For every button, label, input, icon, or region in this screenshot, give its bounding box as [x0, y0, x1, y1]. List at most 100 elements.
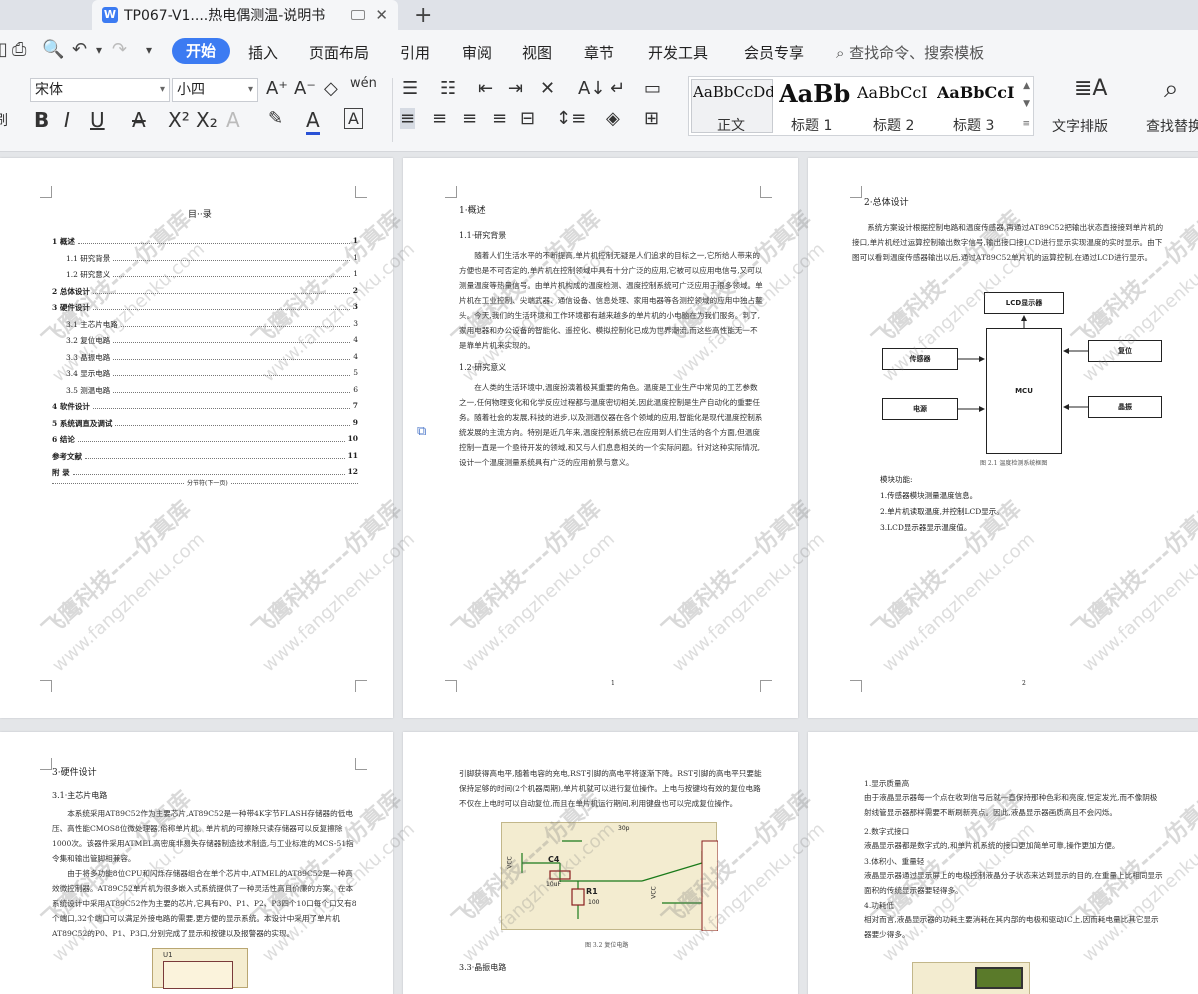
find-replace-button[interactable]: 查找替换 [1146, 116, 1198, 136]
style-heading1-label[interactable]: 标题 1 [791, 115, 832, 135]
menu-review[interactable]: 审阅 [462, 42, 492, 63]
menu-view[interactable]: 视图 [522, 42, 552, 63]
align-left-icon[interactable]: ≡ [400, 108, 416, 129]
clear-format-icon[interactable]: ◇ [324, 78, 338, 99]
toc-entry[interactable]: 1.2 研究意义 1 [66, 269, 358, 280]
menu-home[interactable]: 开始 [172, 38, 230, 64]
bullet-list-icon[interactable]: ☰ [402, 78, 418, 99]
menu-references[interactable]: 引用 [400, 42, 430, 63]
highlight-icon[interactable]: ✎ [268, 108, 283, 129]
toc-entry[interactable]: 2 总体设计 2 [52, 286, 358, 297]
toc-entry[interactable]: 3.5 测温电路 6 [66, 385, 358, 396]
format-painter-label[interactable]: 刷 [0, 110, 8, 130]
toc-entry[interactable]: 3.2 复位电路 4 [66, 335, 358, 346]
chinese-layout-icon[interactable]: ✕ [540, 78, 555, 99]
sort-icon[interactable]: A↓ [578, 78, 605, 99]
font-name-select[interactable]: 宋体 ▾ [30, 78, 170, 102]
quick-access-more-icon[interactable]: ▾ [146, 43, 152, 57]
style-heading3-sample[interactable]: AaBbCcI [937, 83, 1017, 102]
show-marks-icon[interactable]: ↵ [610, 78, 625, 99]
menu-developer[interactable]: 开发工具 [648, 42, 708, 63]
shading-icon[interactable]: ◈ [606, 108, 620, 129]
decrease-indent-icon[interactable]: ⇤ [478, 78, 493, 99]
page-overview[interactable]: 1·概述 1.1·研究背景 随着人们生活水平的不断提高,单片机控制无疑是人们追求… [403, 158, 798, 718]
style-heading2-label[interactable]: 标题 2 [873, 115, 914, 135]
style-heading1-sample[interactable]: AaBb [779, 79, 855, 108]
toc-entry[interactable]: 3 硬件设计 3 [52, 302, 358, 313]
comment-icon[interactable]: ⧉ [417, 424, 426, 439]
menu-section[interactable]: 章节 [584, 42, 614, 63]
monitor-icon[interactable] [351, 10, 366, 20]
toc-entry-label: 附 录 [52, 468, 70, 477]
find-replace-icon[interactable]: ⌕ [1164, 74, 1179, 105]
align-right-icon[interactable]: ≡ [462, 108, 477, 129]
font-color-icon[interactable]: A [306, 108, 320, 135]
page-display-circuit[interactable]: 1.显示质量高 由于液晶显示器每一个点在收到信号后就一直保持那种色彩和亮度,恒定发… [808, 732, 1198, 994]
command-search[interactable]: ⌕ 查找命令、搜索模板 [836, 42, 984, 63]
page-hardware-design[interactable]: 3·硬件设计 3.1·主芯片电路 本系统采用AT89C52作为主要芯片,AT89… [0, 732, 393, 994]
text-effect-icon[interactable]: A [226, 108, 240, 132]
menu-page-layout[interactable]: 页面布局 [309, 42, 369, 63]
toc-entry[interactable]: 1 概述 1 [52, 236, 358, 247]
phonetic-guide-icon[interactable]: wén [350, 76, 377, 91]
style-scroll-up-icon[interactable]: ▲ [1023, 81, 1030, 91]
toc-entry[interactable]: 6 结论 10 [52, 434, 358, 445]
borders-icon[interactable]: ⊞ [644, 108, 659, 129]
subscript-icon[interactable]: X₂ [196, 108, 218, 132]
new-tab-icon[interactable]: + [414, 3, 432, 28]
toc-leader [92, 302, 350, 310]
bold-icon[interactable]: B [34, 108, 49, 132]
increase-indent-icon[interactable]: ⇥ [508, 78, 523, 99]
style-normal-sample[interactable]: AaBbCcDd [693, 83, 773, 101]
style-scroll-down-icon[interactable]: ▼ [1023, 99, 1030, 109]
font-size-value: 小四 [177, 82, 205, 98]
justify-icon[interactable]: ≡ [492, 108, 507, 129]
toc-entry-page: 9 [352, 417, 358, 427]
numbered-list-icon[interactable]: ☷ [440, 78, 456, 99]
style-heading2-sample[interactable]: AaBbCcI [857, 83, 933, 102]
superscript-icon[interactable]: X² [168, 108, 190, 132]
style-heading3-label[interactable]: 标题 3 [953, 115, 994, 135]
toc-entry[interactable]: 4 软件设计 7 [52, 401, 358, 412]
toc-entry[interactable]: 参考文献 11 [52, 451, 358, 462]
print-icon[interactable]: ⎙ [12, 39, 26, 60]
save-icon[interactable]: ▯ [0, 39, 8, 60]
align-center-icon[interactable]: ≡ [432, 108, 447, 129]
ruler-icon[interactable]: ▭ [644, 78, 661, 99]
page-overall-design[interactable]: 2·总体设计 系统方案设计根据控制电路和温度传感器,再通过AT89C52把输出状… [808, 158, 1198, 718]
menu-insert[interactable]: 插入 [248, 42, 278, 63]
print-preview-icon[interactable]: 🔍 [42, 39, 64, 60]
style-normal-label[interactable]: 正文 [717, 115, 745, 135]
menu-member[interactable]: 会员专享 [744, 42, 804, 63]
toc-entry[interactable]: 3.1 主芯片电路 3 [66, 319, 358, 330]
ribbon-divider [392, 78, 393, 142]
distribute-icon[interactable]: ⊟ [520, 108, 535, 129]
char-shading-icon[interactable]: A [344, 108, 363, 129]
page-toc[interactable]: 目··录 1 概述 1 1.1 研究背景 1 1.2 研究意义 1 2 总体设计 2 3 硬件设… [0, 158, 393, 718]
toc-entry[interactable]: 1.1 研究背景 1 [66, 253, 358, 264]
text-layout-button[interactable]: 文字排版 [1052, 116, 1108, 136]
toc-entry[interactable]: 3.4 显示电路 5 [66, 368, 358, 379]
margin-corner [355, 186, 367, 198]
vcc-label: VCC [506, 856, 514, 869]
undo-dropdown-icon[interactable]: ▾ [96, 43, 102, 57]
heading-main-chip: 3.1·主芯片电路 [52, 791, 108, 800]
grow-font-icon[interactable]: A⁺ [266, 78, 288, 99]
page-reset-circuit[interactable]: 引脚获得高电平,随着电容的充电,RST引脚的高电平将逐渐下降。RST引脚的高电平… [403, 732, 798, 994]
line-spacing-icon[interactable]: ↕≡ [556, 108, 586, 129]
strikethrough-icon[interactable]: A [132, 108, 146, 132]
font-size-select[interactable]: 小四 ▾ [172, 78, 258, 102]
style-more-icon[interactable]: ≡ [1022, 119, 1030, 129]
underline-icon[interactable]: U [90, 108, 105, 132]
italic-icon[interactable]: I [64, 108, 70, 132]
document-tab[interactable]: W TP067-V1....热电偶测温-说明书 ✕ [92, 0, 398, 30]
redo-icon[interactable]: ↷ [112, 39, 127, 60]
text-layout-icon[interactable]: ≣A [1074, 76, 1107, 101]
shrink-font-icon[interactable]: A⁻ [294, 78, 316, 99]
toc-entry-page: 10 [347, 434, 358, 443]
document-workspace[interactable]: 目··录 1 概述 1 1.1 研究背景 1 1.2 研究意义 1 2 总体设计 2 3 硬件设… [0, 152, 1198, 994]
toc-entry[interactable]: 5 系统调直及调试 9 [52, 418, 358, 429]
close-tab-icon[interactable]: ✕ [375, 6, 388, 24]
undo-icon[interactable]: ↶ [72, 39, 87, 60]
toc-entry[interactable]: 3.3 晶振电路 4 [66, 352, 358, 363]
